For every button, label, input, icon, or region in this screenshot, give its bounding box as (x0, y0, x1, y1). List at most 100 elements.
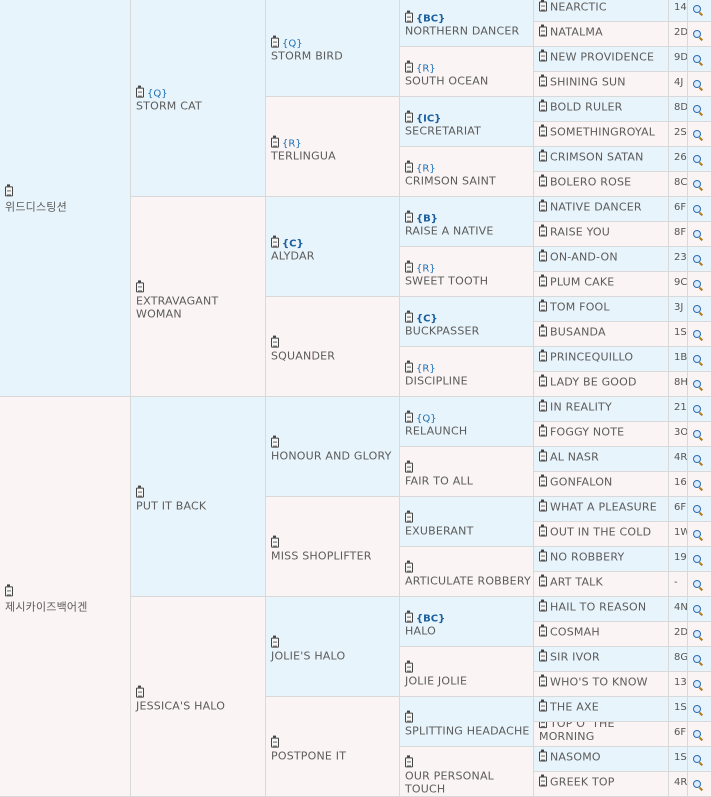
horse-name[interactable]: ALYDAR (271, 249, 397, 262)
clipboard-icon[interactable] (539, 624, 547, 637)
clipboard-icon[interactable] (539, 24, 547, 37)
clipboard-icon[interactable] (539, 49, 547, 62)
horse-name[interactable]: BOLD RULER (550, 101, 623, 114)
horse-name[interactable]: RAISE A NATIVE (405, 224, 531, 237)
horse-name[interactable]: SOUTH OCEAN (405, 74, 531, 87)
clipboard-icon[interactable] (539, 674, 547, 687)
horse-name[interactable]: JESSICA'S HALO (136, 699, 263, 712)
magnifier-icon[interactable] (693, 255, 701, 263)
horse-name[interactable]: SECRETARIAT (405, 124, 531, 137)
horse-name[interactable]: NASOMO (550, 751, 601, 764)
clipboard-icon[interactable] (539, 449, 547, 462)
horse-name[interactable]: GREEK TOP (550, 776, 615, 789)
magnifier-icon[interactable] (693, 705, 701, 713)
horse-name[interactable]: EXUBERANT (405, 524, 531, 537)
horse-name[interactable]: NO ROBBERY (550, 551, 624, 564)
horse-name[interactable]: AL NASR (550, 451, 599, 464)
horse-name[interactable]: TOP O' THE MORNING (539, 722, 615, 743)
clipboard-icon[interactable] (539, 374, 547, 387)
magnifier-icon[interactable] (693, 5, 701, 13)
magnifier-icon[interactable] (693, 105, 701, 113)
horse-name[interactable]: TERLINGUA (271, 149, 397, 162)
magnifier-icon[interactable] (693, 55, 701, 63)
horse-name[interactable]: PRINCEQUILLO (550, 351, 633, 364)
horse-name[interactable]: EXTRAVAGANT WOMAN (136, 294, 263, 320)
clipboard-icon[interactable] (405, 360, 413, 373)
horse-name[interactable]: PUT IT BACK (136, 499, 263, 512)
horse-name[interactable]: JOLIE'S HALO (271, 649, 397, 662)
magnifier-icon[interactable] (693, 730, 701, 738)
horse-name[interactable]: CRIMSON SAINT (405, 174, 531, 187)
horse-name[interactable]: SPLITTING HEADACHE (405, 724, 531, 737)
magnifier-icon[interactable] (693, 555, 701, 563)
horse-name[interactable]: DISCIPLINE (405, 374, 531, 387)
magnifier-icon[interactable] (693, 205, 701, 213)
clipboard-icon[interactable] (539, 499, 547, 512)
clipboard-icon[interactable] (539, 349, 547, 362)
horse-name[interactable]: RELAUNCH (405, 424, 531, 437)
horse-name[interactable]: SOMETHINGROYAL (550, 126, 655, 139)
magnifier-icon[interactable] (693, 655, 701, 663)
horse-name[interactable]: 위드디스팅션 (5, 198, 128, 214)
clipboard-icon[interactable] (539, 224, 547, 237)
magnifier-icon[interactable] (693, 405, 701, 413)
clipboard-icon[interactable] (539, 174, 547, 187)
clipboard-icon[interactable] (405, 754, 413, 767)
horse-name[interactable]: WHO'S TO KNOW (550, 676, 648, 689)
magnifier-icon[interactable] (693, 605, 701, 613)
clipboard-icon[interactable] (271, 235, 279, 248)
horse-name[interactable]: OUR PERSONAL TOUCH (405, 769, 531, 795)
clipboard-icon[interactable] (539, 749, 547, 762)
magnifier-icon[interactable] (693, 380, 701, 388)
clipboard-icon[interactable] (271, 435, 279, 448)
clipboard-icon[interactable] (405, 210, 413, 223)
clipboard-icon[interactable] (405, 110, 413, 123)
horse-name[interactable]: HONOUR AND GLORY (271, 449, 397, 462)
horse-name[interactable]: COSMAH (550, 626, 600, 639)
horse-name[interactable]: HALO (405, 624, 531, 637)
clipboard-icon[interactable] (539, 324, 547, 337)
horse-name[interactable]: ART TALK (550, 576, 603, 589)
magnifier-icon[interactable] (693, 180, 701, 188)
clipboard-icon[interactable] (271, 535, 279, 548)
clipboard-icon[interactable] (539, 424, 547, 437)
clipboard-icon[interactable] (405, 460, 413, 473)
clipboard-icon[interactable] (5, 183, 13, 196)
clipboard-icon[interactable] (539, 599, 547, 612)
clipboard-icon[interactable] (405, 260, 413, 273)
horse-name[interactable]: BUCKPASSER (405, 324, 531, 337)
horse-name[interactable]: SWEET TOOTH (405, 274, 531, 287)
magnifier-icon[interactable] (693, 80, 701, 88)
magnifier-icon[interactable] (693, 755, 701, 763)
clipboard-icon[interactable] (539, 149, 547, 162)
horse-name[interactable]: LADY BE GOOD (550, 376, 637, 389)
magnifier-icon[interactable] (693, 430, 701, 438)
clipboard-icon[interactable] (539, 299, 547, 312)
clipboard-icon[interactable] (539, 549, 547, 562)
horse-name[interactable]: MISS SHOPLIFTER (271, 549, 397, 562)
magnifier-icon[interactable] (693, 305, 701, 313)
clipboard-icon[interactable] (539, 399, 547, 412)
clipboard-icon[interactable] (405, 10, 413, 23)
horse-name[interactable]: STORM CAT (136, 99, 263, 112)
horse-name[interactable]: ARTICULATE ROBBERY (405, 574, 531, 587)
clipboard-icon[interactable] (405, 510, 413, 523)
clipboard-icon[interactable] (539, 274, 547, 287)
clipboard-icon[interactable] (5, 583, 13, 596)
horse-name[interactable]: POSTPONE IT (271, 749, 397, 762)
clipboard-icon[interactable] (539, 524, 547, 537)
clipboard-icon[interactable] (136, 685, 144, 698)
clipboard-icon[interactable] (136, 279, 144, 292)
horse-name[interactable]: RAISE YOU (550, 226, 610, 239)
horse-name[interactable]: FOGGY NOTE (550, 426, 624, 439)
magnifier-icon[interactable] (693, 505, 701, 513)
horse-name[interactable]: WHAT A PLEASURE (550, 501, 657, 514)
horse-name[interactable]: BOLERO ROSE (550, 176, 631, 189)
clipboard-icon[interactable] (405, 160, 413, 173)
magnifier-icon[interactable] (693, 630, 701, 638)
clipboard-icon[interactable] (539, 74, 547, 87)
clipboard-icon[interactable] (136, 85, 144, 98)
horse-name[interactable]: PLUM CAKE (550, 276, 614, 289)
horse-name[interactable]: GONFALON (550, 476, 612, 489)
horse-name[interactable]: SQUANDER (271, 349, 397, 362)
